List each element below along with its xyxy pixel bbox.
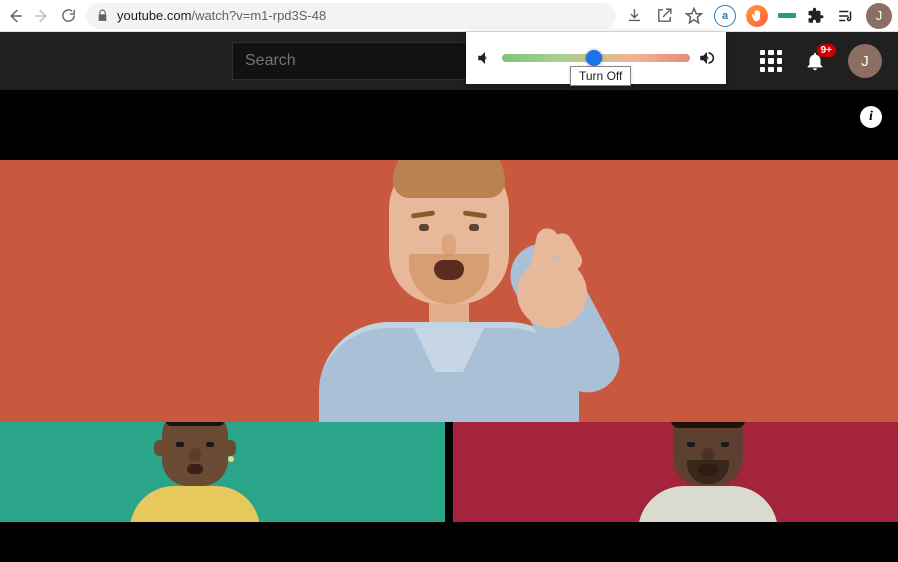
star-icon: [685, 7, 703, 25]
arrow-left-icon: [6, 7, 24, 25]
figure-left: [130, 422, 260, 522]
browser-toolbar: youtube.com/watch?v=m1-rpd3S-48 a J: [0, 0, 898, 32]
install-button[interactable]: [624, 6, 644, 26]
list-music-icon: [837, 7, 855, 25]
youtube-profile-avatar[interactable]: J: [848, 44, 882, 78]
search-placeholder: Search: [245, 52, 296, 70]
turn-off-tooltip[interactable]: Turn Off: [570, 66, 631, 86]
lock-icon: [96, 9, 109, 22]
notifications-button[interactable]: 9+: [804, 50, 826, 72]
hand-icon: [750, 9, 764, 23]
toolbar-actions: a J: [624, 3, 892, 29]
forward-button[interactable]: [33, 6, 52, 26]
share-button[interactable]: [654, 6, 674, 26]
share-icon: [656, 7, 673, 24]
apps-button[interactable]: [760, 50, 782, 72]
bookmark-button[interactable]: [684, 6, 704, 26]
reload-icon: [60, 7, 77, 24]
back-button[interactable]: [6, 6, 25, 26]
extension-indicator[interactable]: [778, 13, 796, 18]
notification-badge: 9+: [817, 44, 836, 57]
address-bar[interactable]: youtube.com/watch?v=m1-rpd3S-48: [86, 3, 616, 29]
video-player[interactable]: i: [0, 90, 898, 562]
youtube-header: Search 9+ J: [0, 32, 898, 90]
url-text: youtube.com/watch?v=m1-rpd3S-48: [117, 8, 326, 23]
reload-button[interactable]: [59, 6, 78, 26]
header-actions: 9+ J: [760, 44, 882, 78]
video-frame-top: [0, 160, 898, 422]
extension-volume[interactable]: [746, 5, 768, 27]
volume-thumb[interactable]: [586, 50, 602, 66]
volume-high-icon[interactable]: [698, 49, 716, 67]
arrow-right-icon: [33, 7, 51, 25]
download-icon: [626, 7, 643, 24]
figure-right: [638, 422, 778, 522]
reading-list-button[interactable]: [836, 6, 856, 26]
volume-slider[interactable]: [502, 54, 690, 62]
browser-profile-avatar[interactable]: J: [866, 3, 892, 29]
extension-amazon[interactable]: a: [714, 5, 736, 27]
video-panel-right: [453, 422, 898, 522]
puzzle-icon: [807, 7, 825, 25]
video-panel-left: [0, 422, 445, 522]
figure-main: [319, 160, 579, 422]
volume-low-icon[interactable]: [476, 49, 494, 67]
extensions-button[interactable]: [806, 6, 826, 26]
video-frame-bottom-row: [0, 422, 898, 522]
info-card-button[interactable]: i: [860, 106, 882, 128]
